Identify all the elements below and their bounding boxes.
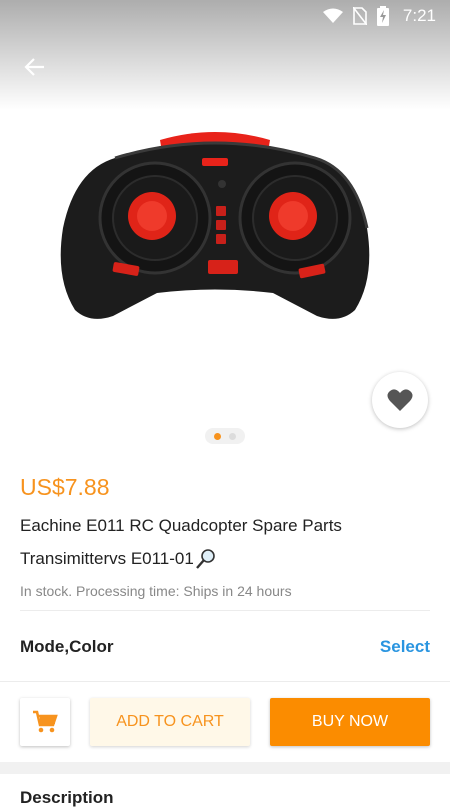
- bottom-action-bar: ADD TO CART BUY NOW: [0, 681, 450, 762]
- no-sim-icon: [352, 7, 367, 25]
- product-price: US$7.88: [20, 474, 110, 500]
- stock-status: In stock. Processing time: Ships in 24 h…: [20, 583, 292, 599]
- pagination-dot-active: [214, 432, 221, 440]
- wifi-icon: [322, 8, 343, 23]
- description-heading: Description: [20, 788, 114, 807]
- arrow-left-icon: [24, 58, 44, 76]
- product-title-line-2: Transimittervs E011-01: [20, 548, 217, 570]
- divider: [20, 610, 430, 611]
- product-image: [60, 132, 370, 319]
- product-title-text: Transimittervs E011-01: [20, 549, 194, 568]
- product-gallery[interactable]: 7:21: [0, 0, 450, 455]
- cart-button[interactable]: [20, 698, 70, 746]
- back-button[interactable]: [16, 48, 54, 86]
- option-select-button[interactable]: Select: [380, 637, 430, 657]
- status-time: 7:21: [402, 6, 436, 25]
- section-separator: [0, 762, 450, 774]
- status-bar: 7:21: [0, 0, 450, 32]
- pagination-dot: [229, 432, 236, 440]
- favorite-button[interactable]: [372, 372, 428, 428]
- gallery-pagination: [205, 428, 245, 444]
- heart-icon: [387, 389, 413, 411]
- add-to-cart-button[interactable]: ADD TO CART: [90, 698, 250, 746]
- option-label: Mode,Color: [20, 637, 114, 656]
- shopping-cart-icon: [33, 710, 58, 733]
- battery-charging-icon: [376, 6, 389, 26]
- magnifier-icon: [195, 549, 215, 569]
- buy-now-button[interactable]: BUY NOW: [270, 698, 430, 746]
- product-title-line-1: Eachine E011 RC Quadcopter Spare Parts: [20, 516, 342, 535]
